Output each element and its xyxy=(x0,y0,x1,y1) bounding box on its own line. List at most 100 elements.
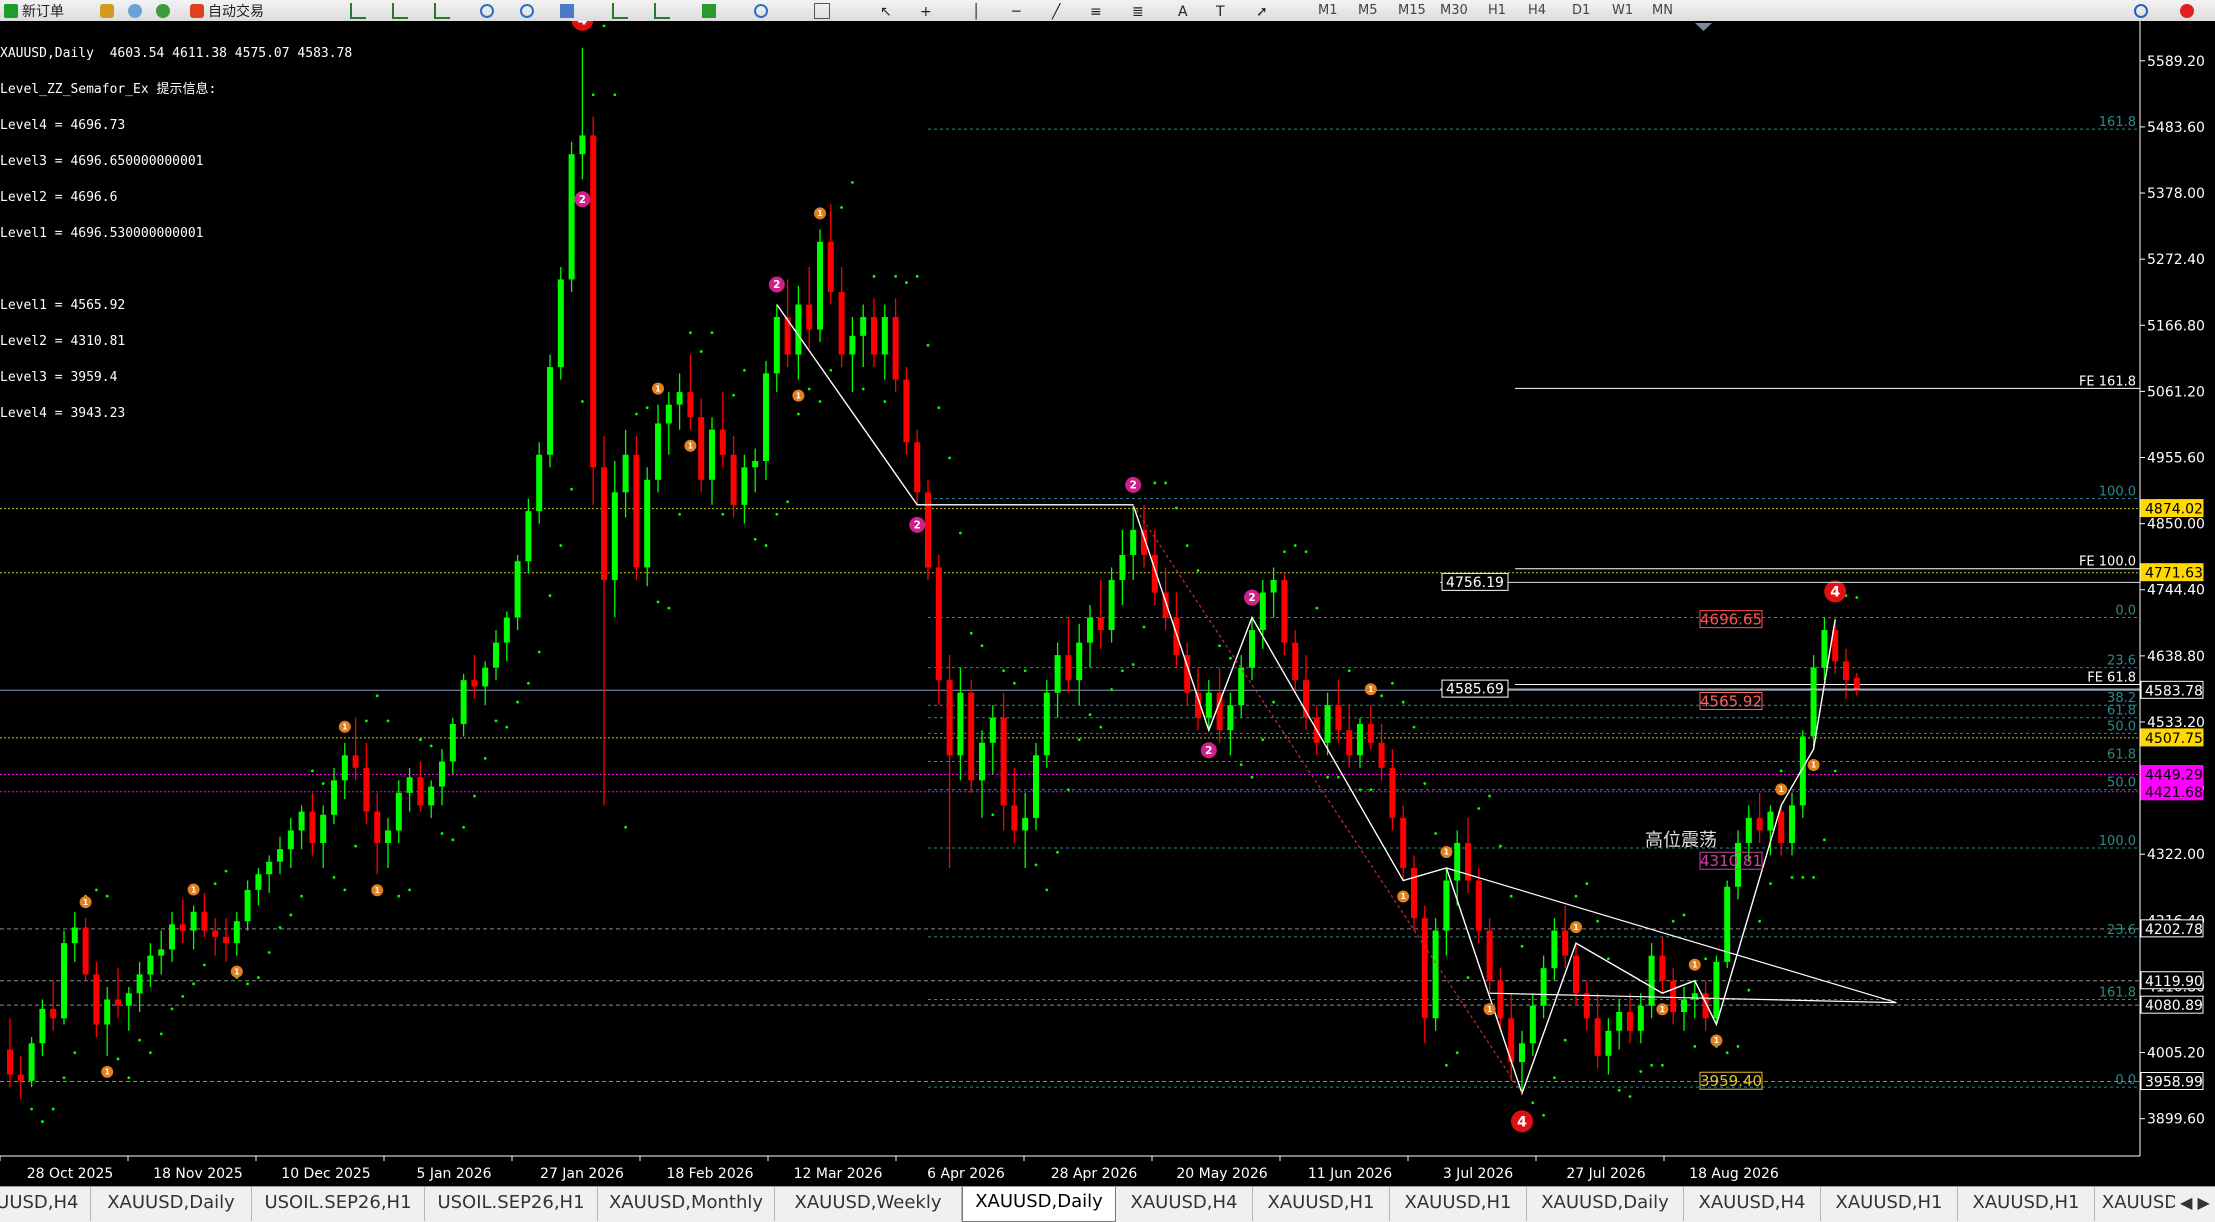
crosshair-icon[interactable]: + xyxy=(920,1,938,20)
alerts-icon[interactable] xyxy=(2180,1,2198,20)
info-line: Level2 = 4310.81 xyxy=(0,334,126,349)
psar-dot xyxy=(1585,882,1589,886)
timeframe-mn[interactable]: MN xyxy=(1652,1,1673,20)
psar-dot xyxy=(905,281,908,284)
periods-icon[interactable] xyxy=(754,1,772,20)
timeframe-h4[interactable]: H4 xyxy=(1528,1,1546,20)
psar-dot xyxy=(710,331,714,335)
timeframe-h1[interactable]: H1 xyxy=(1488,1,1506,20)
candle-body xyxy=(190,911,197,931)
candle-body xyxy=(1594,1018,1601,1056)
chart-tab[interactable]: XAUUSD,H1 xyxy=(1821,1187,1958,1221)
candle-body xyxy=(590,135,597,468)
timeframe-m15[interactable]: M15 xyxy=(1398,1,1426,20)
chart-tab[interactable]: XAUUSD,H4 xyxy=(0,1187,91,1221)
psar-dot xyxy=(1801,875,1805,879)
candle-body xyxy=(320,814,327,843)
semafor-marker-level: 1 xyxy=(688,441,693,450)
text-icon[interactable]: A xyxy=(1178,1,1196,20)
chart-shift-icon[interactable] xyxy=(654,1,674,20)
horizontal-line-icon[interactable]: ─ xyxy=(1012,1,1030,20)
psar-dot xyxy=(624,825,627,829)
candle-body xyxy=(1043,692,1050,756)
psar-dot xyxy=(473,794,476,798)
new-order-button[interactable]: 新订单 xyxy=(4,1,64,20)
chart-tab[interactable]: XAUUSD,H1 xyxy=(1253,1187,1390,1221)
chart-tab[interactable]: XAUUSD,H4 xyxy=(1116,1187,1253,1221)
line-chart-icon[interactable] xyxy=(434,1,454,20)
candle-chart-icon[interactable] xyxy=(392,1,412,20)
candle-body xyxy=(514,561,521,618)
equidistant-channel-icon[interactable]: ≡ xyxy=(1090,1,1108,20)
price-tag-label: 4583.78 xyxy=(2145,683,2203,699)
cloud-icon[interactable] xyxy=(128,1,146,20)
zoom-in-icon[interactable] xyxy=(480,1,498,20)
candle-body xyxy=(1357,723,1363,756)
chart-tab[interactable]: XAUUSD,Monthly xyxy=(598,1187,775,1221)
candle-body xyxy=(730,454,737,505)
trendline-icon[interactable]: ╱ xyxy=(1052,1,1070,20)
zoom-out-icon[interactable] xyxy=(520,1,538,20)
candle-body xyxy=(1097,617,1104,631)
tile-windows-icon[interactable] xyxy=(560,1,578,20)
text-label-icon[interactable]: T xyxy=(1216,1,1234,20)
chart-tab[interactable]: USOIL.SEP26,H1 xyxy=(425,1187,598,1221)
search-icon[interactable] xyxy=(2134,1,2152,20)
timeframe-w1[interactable]: W1 xyxy=(1612,1,1633,20)
psar-dot xyxy=(203,963,206,967)
chart-tab[interactable]: XAUUSD,Daily xyxy=(91,1187,252,1221)
indicator-title: Level_ZZ_Semafor_Ex 提示信息: xyxy=(0,82,217,97)
chart-tab[interactable]: XAUUSD,Weekly xyxy=(775,1187,962,1221)
arrows-icon[interactable]: ➚ xyxy=(1256,1,1274,20)
candle-body xyxy=(309,811,316,843)
globe-icon[interactable] xyxy=(156,1,174,20)
candle-body xyxy=(179,924,186,931)
candle-body xyxy=(1540,968,1547,1006)
candle-body xyxy=(28,1043,35,1081)
chart-tab[interactable]: XAUUSD,H1 xyxy=(1958,1187,2095,1221)
price-tick-label: 3899.60 xyxy=(2147,1112,2205,1128)
chart-tab[interactable]: USOIL.SEP26,H1 xyxy=(252,1187,425,1221)
indicators-icon[interactable] xyxy=(702,1,720,20)
vertical-line-icon[interactable]: │ xyxy=(972,1,990,20)
semafor-marker-level: 2 xyxy=(914,519,921,531)
chart-tab[interactable]: XAUUSD xyxy=(2095,1187,2186,1221)
psar-dot xyxy=(1175,506,1178,510)
chart-tab[interactable]: XAUUSD,H1 xyxy=(1390,1187,1527,1221)
candle-body xyxy=(1627,1011,1633,1031)
candle-body xyxy=(709,429,715,480)
timeframe-m1[interactable]: M1 xyxy=(1318,1,1338,20)
candle-body xyxy=(341,755,348,781)
candle-body xyxy=(1367,723,1374,743)
time-tick-label: 28 Oct 2025 xyxy=(27,1166,114,1182)
psar-dot xyxy=(1769,882,1772,886)
cursor-icon[interactable]: ↖ xyxy=(880,1,898,20)
candle-body xyxy=(158,949,165,956)
time-tick-label: 20 May 2026 xyxy=(1176,1166,1267,1182)
timeframe-m30[interactable]: M30 xyxy=(1440,1,1468,20)
candle-body xyxy=(1335,705,1342,731)
semafor-marker-level: 1 xyxy=(1811,761,1816,770)
auto-trading-button[interactable]: 自动交易 xyxy=(190,1,264,20)
chart-tab-active[interactable]: XAUUSD,Daily xyxy=(962,1187,1116,1222)
bar-chart-icon[interactable] xyxy=(350,1,370,20)
fibonacci-icon[interactable]: ≣ xyxy=(1132,1,1150,20)
psar-dot xyxy=(51,1107,55,1111)
auto-trading-label: 自动交易 xyxy=(208,3,264,20)
strategy-tester-icon[interactable] xyxy=(100,1,118,20)
scroll-chart-icon[interactable] xyxy=(612,1,632,20)
chart-tab[interactable]: XAUUSD,Daily xyxy=(1527,1187,1684,1221)
tab-scroll-arrows[interactable]: ◀ ▶ xyxy=(2175,1187,2215,1221)
chart-tab[interactable]: XAUUSD,H4 xyxy=(1684,1187,1821,1221)
timeframe-d1[interactable]: D1 xyxy=(1572,1,1590,20)
psar-dot xyxy=(1272,700,1275,704)
fib-level-label: 50.0 xyxy=(2107,719,2136,734)
candle-body xyxy=(1454,842,1461,881)
timeframe-m5[interactable]: M5 xyxy=(1358,1,1378,20)
psar-dot xyxy=(959,531,962,535)
psar-dot xyxy=(1369,788,1373,792)
templates-icon[interactable] xyxy=(814,1,834,20)
psar-dot xyxy=(537,650,541,654)
psar-dot xyxy=(1466,976,1470,979)
psar-dot xyxy=(915,274,919,278)
